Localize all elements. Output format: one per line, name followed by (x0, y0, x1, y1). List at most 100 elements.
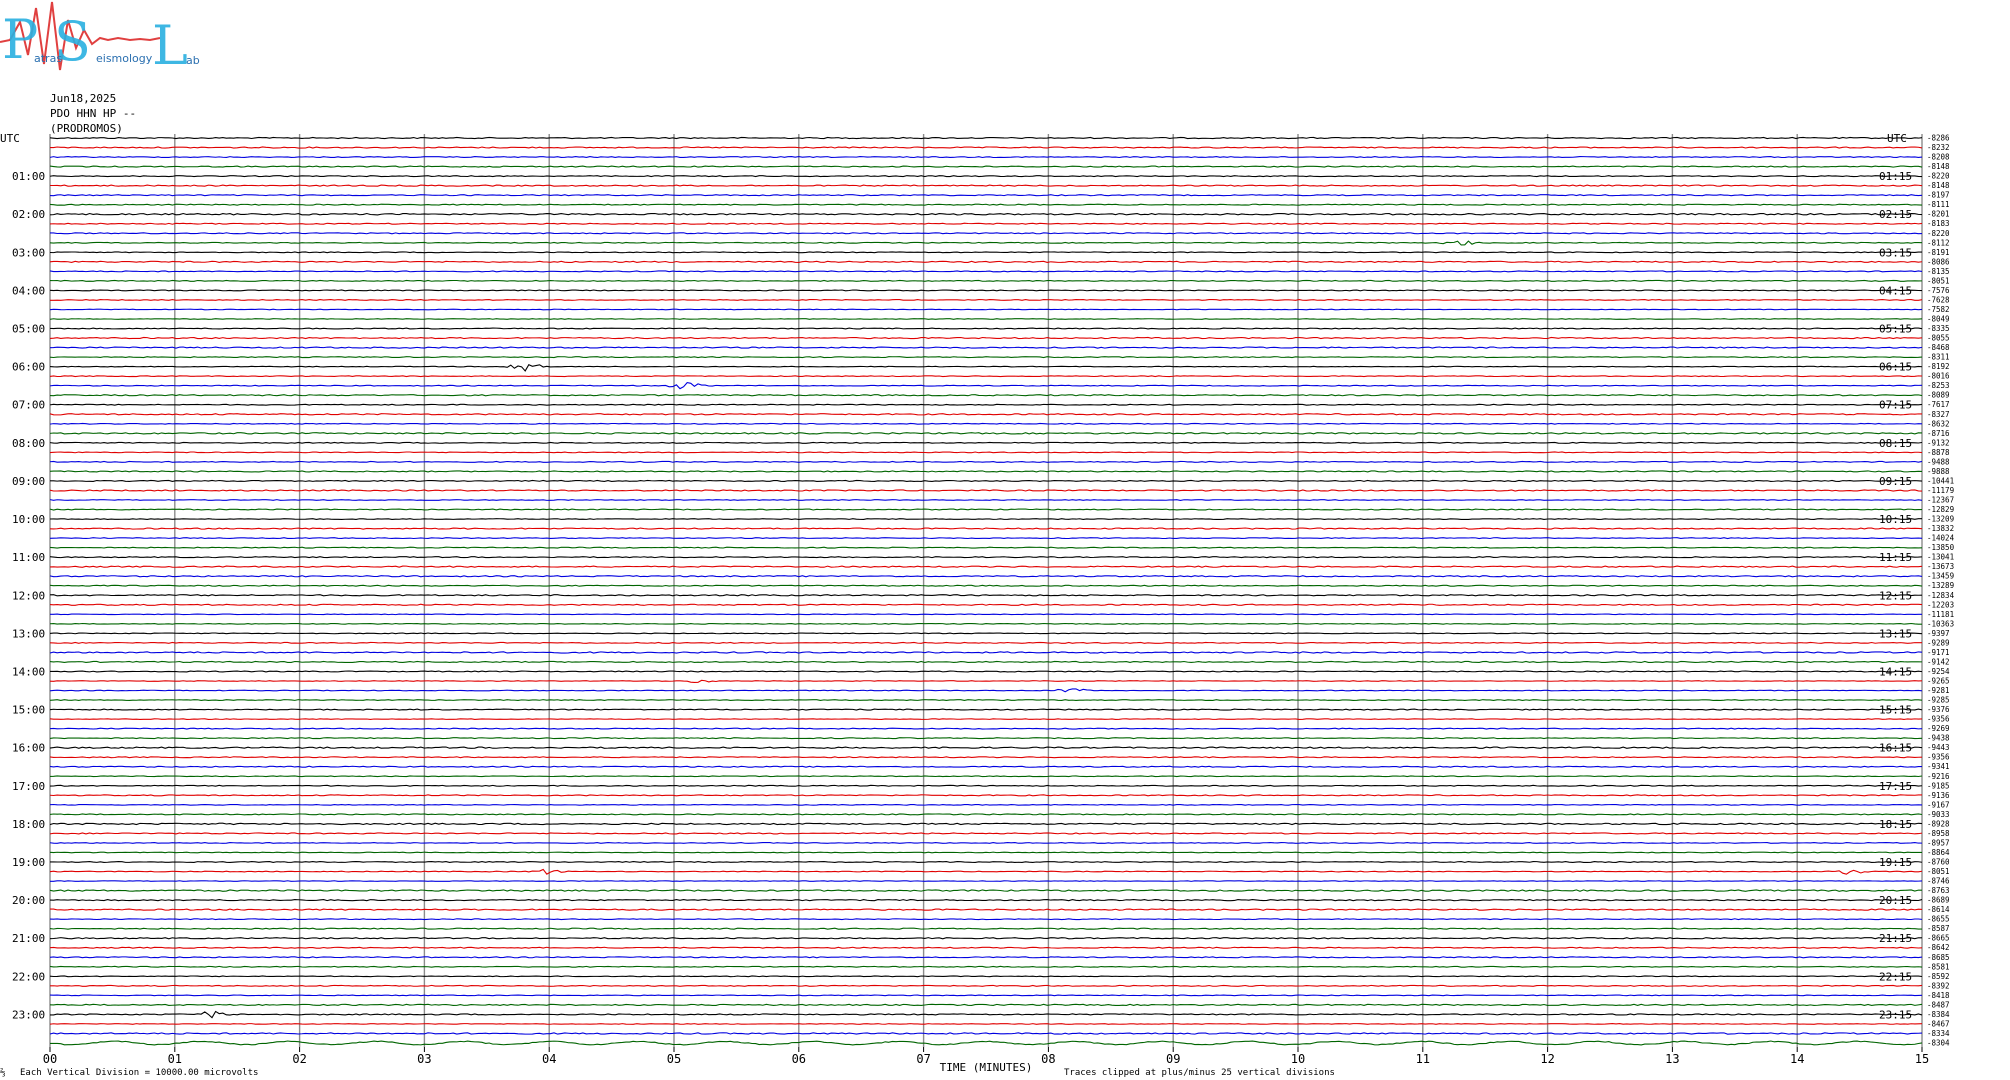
hour-label-left: 21:00 (12, 932, 45, 945)
trace-offset-label: -8614 (1927, 905, 1950, 914)
seismic-trace (49, 336, 1923, 340)
trace-offset-label: -9289 (1927, 638, 1950, 647)
seismic-trace (49, 918, 1923, 921)
hour-label-left: 09:00 (12, 475, 45, 488)
seismic-trace (49, 841, 1923, 844)
trace-offset-label: -7628 (1927, 295, 1950, 304)
x-tick-label: 07 (916, 1052, 930, 1066)
seismic-trace (49, 946, 1923, 949)
seismic-trace (49, 832, 1923, 835)
trace-offset-label: -9341 (1927, 762, 1950, 771)
trace-offset-label: -9167 (1927, 800, 1950, 809)
trace-offset-label: -8592 (1927, 972, 1950, 981)
trace-offset-label: -12367 (1927, 496, 1954, 505)
trace-offset-label: -8957 (1927, 838, 1950, 847)
seismic-trace (49, 363, 1923, 372)
seismic-trace (49, 975, 1923, 978)
trace-offset-label: -8208 (1927, 153, 1950, 162)
hour-label-left: 02:00 (12, 208, 45, 221)
seismic-trace (49, 868, 1923, 875)
seismic-trace (49, 441, 1923, 444)
seismic-trace (49, 746, 1923, 749)
trace-offset-label: -8327 (1927, 410, 1950, 419)
trace-offset-label: -9136 (1927, 791, 1950, 800)
seismic-trace (49, 499, 1923, 501)
seismic-trace (49, 298, 1923, 301)
seismic-trace (50, 184, 1923, 187)
trace-offset-label: -9285 (1927, 696, 1950, 705)
hour-label-right: 06:15 (1879, 361, 1912, 374)
seismic-trace (49, 232, 1923, 235)
trace-offset-label: -12834 (1927, 591, 1955, 600)
seismic-trace (49, 584, 1923, 587)
trace-offset-label: -8051 (1927, 867, 1950, 876)
trace-offset-label: -8467 (1927, 1019, 1950, 1028)
trace-offset-label: -8286 (1927, 134, 1950, 143)
seismic-trace (49, 651, 1923, 654)
seismic-trace (49, 479, 1923, 482)
seismic-trace (49, 308, 1923, 311)
seismic-trace (49, 289, 1923, 292)
seismic-trace (49, 756, 1923, 759)
trace-offset-label: -13850 (1927, 543, 1955, 552)
hour-label-right: 15:15 (1879, 704, 1912, 717)
trace-offset-label: -9171 (1927, 648, 1950, 657)
x-tick-label: 13 (1665, 1052, 1679, 1066)
trace-offset-label: -9185 (1927, 781, 1950, 790)
seismic-trace (49, 165, 1923, 168)
hour-label-right: 17:15 (1879, 780, 1912, 793)
trace-offset-label: -8201 (1927, 210, 1950, 219)
trace-offset-label: -9254 (1927, 667, 1950, 676)
seismic-trace (49, 861, 1923, 863)
seismic-trace (49, 956, 1923, 959)
seismic-trace (49, 679, 1923, 683)
seismic-trace (49, 727, 1923, 730)
seismic-trace (49, 708, 1923, 711)
seismic-trace (49, 688, 1923, 693)
trace-offset-label: -8334 (1927, 1029, 1950, 1038)
x-tick-label: 05 (667, 1052, 681, 1066)
hour-label-right: 12:15 (1879, 589, 1912, 602)
trace-offset-label: -9356 (1927, 753, 1950, 762)
seismic-trace (49, 279, 1923, 282)
seismic-trace (49, 403, 1923, 406)
trace-offset-label: -9265 (1927, 677, 1950, 686)
seismic-trace (49, 146, 1923, 149)
trace-offset-label: -8148 (1927, 162, 1950, 171)
hour-label-left: 20:00 (12, 894, 45, 907)
seismic-trace (49, 632, 1923, 635)
x-tick-label: 08 (1041, 1052, 1055, 1066)
trace-offset-label: -8928 (1927, 819, 1950, 828)
trace-offset-label: -8148 (1927, 181, 1950, 190)
trace-offset-label: -9443 (1927, 743, 1950, 752)
seismic-trace (49, 356, 1923, 359)
trace-offset-label: -9269 (1927, 724, 1950, 733)
trace-offset-label: -8135 (1927, 267, 1950, 276)
seismic-trace (49, 965, 1923, 968)
seismic-trace (49, 851, 1923, 854)
seismic-trace (49, 784, 1923, 787)
seismic-trace (49, 422, 1923, 425)
trace-offset-label: -8191 (1927, 248, 1950, 257)
x-tick-label: 06 (792, 1052, 806, 1066)
seismic-trace (49, 537, 1923, 540)
seismic-trace (49, 346, 1923, 349)
seismic-trace (49, 603, 1923, 606)
hour-label-left: 11:00 (12, 551, 45, 564)
x-tick-label: 09 (1166, 1052, 1180, 1066)
trace-offset-label: -11179 (1927, 486, 1954, 495)
scale-mark: ⅔ (0, 1068, 6, 1078)
seismic-trace (49, 382, 1923, 390)
trace-offset-label: -9397 (1927, 629, 1950, 638)
hour-label-left: 18:00 (12, 818, 45, 831)
seismic-trace (49, 641, 1923, 644)
hour-label-left: 14:00 (12, 665, 45, 678)
seismic-trace (49, 1023, 1923, 1025)
seismic-trace (49, 699, 1923, 702)
hour-label-left: 10:00 (12, 513, 45, 526)
hour-label-left: 23:00 (12, 1008, 45, 1021)
hour-label-right: 08:15 (1879, 437, 1912, 450)
x-tick-label: 12 (1540, 1052, 1554, 1066)
trace-offset-label: -10363 (1927, 619, 1954, 628)
helicorder-chart: 00 01 02 03 04 05 06 07 08 09 10 11 12 13 14 15-8286-82… (0, 132, 1955, 1074)
